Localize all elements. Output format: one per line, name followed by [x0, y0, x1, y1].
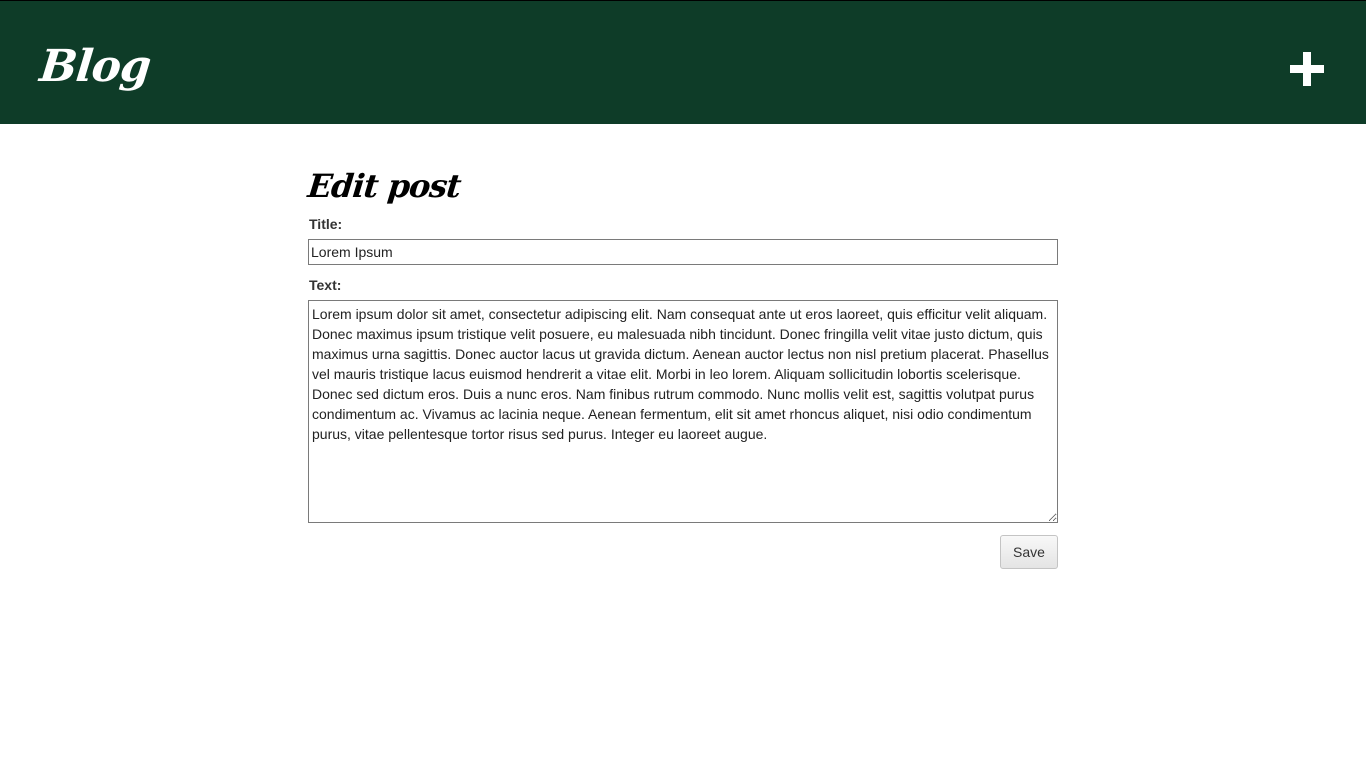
plus-icon[interactable] [1290, 52, 1324, 86]
plus-icon-vertical-bar [1303, 52, 1311, 86]
save-button[interactable]: Save [1000, 535, 1058, 569]
title-input[interactable] [308, 239, 1058, 265]
text-area[interactable]: Lorem ipsum dolor sit amet, consectetur … [308, 300, 1058, 523]
title-label: Title: [309, 216, 343, 232]
page-header: Blog [0, 0, 1366, 124]
page-title: Edit post [306, 167, 463, 205]
text-label: Text: [309, 277, 342, 293]
blog-logo-link[interactable]: Blog [37, 37, 153, 97]
